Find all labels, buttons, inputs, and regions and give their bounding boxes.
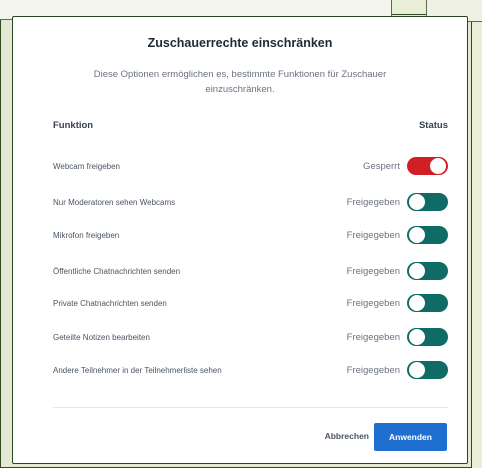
toggle-knob bbox=[409, 227, 425, 243]
setting-status: Freigegeben bbox=[346, 230, 400, 241]
setting-toggle-shared-notes[interactable] bbox=[407, 328, 448, 346]
dialog-title: Zuschauerrechte einschränken bbox=[147, 36, 333, 50]
setting-status: Freigegeben bbox=[346, 197, 400, 208]
toggle-knob bbox=[409, 329, 425, 345]
setting-status: Freigegeben bbox=[346, 298, 400, 309]
lock-viewers-dialog: Zuschauerrechte einschränken Diese Optio… bbox=[12, 16, 468, 464]
setting-row-public-chat: Öffentliche Chatnachrichten senden Freig… bbox=[13, 262, 467, 292]
setting-status: Gesperrt bbox=[363, 161, 400, 172]
setting-status: Freigegeben bbox=[346, 365, 400, 376]
setting-row-microphone: Mikrofon freigeben Freigegeben bbox=[13, 226, 467, 256]
setting-toggle-webcam[interactable] bbox=[407, 157, 448, 175]
setting-toggle-private-chat[interactable] bbox=[407, 294, 448, 312]
setting-row-see-webcams: Nur Moderatoren sehen Webcams Freigegebe… bbox=[13, 193, 467, 223]
setting-label: Webcam freigeben bbox=[53, 162, 120, 171]
setting-label: Geteilte Notizen bearbeiten bbox=[53, 333, 150, 342]
setting-status: Freigegeben bbox=[346, 266, 400, 277]
dialog-description: Diese Optionen ermöglichen es, bestimmte… bbox=[93, 69, 387, 95]
column-header-status: Status bbox=[418, 120, 448, 131]
setting-label: Andere Teilnehmer in der Teilnehmerliste… bbox=[53, 366, 222, 375]
toggle-knob bbox=[409, 295, 425, 311]
column-header-function: Funktion bbox=[53, 120, 94, 131]
setting-row-webcam: Webcam freigeben Gesperrt bbox=[13, 157, 467, 187]
apply-button[interactable]: Anwenden bbox=[374, 423, 447, 451]
footer-divider bbox=[53, 407, 448, 408]
toggle-knob bbox=[409, 362, 425, 378]
setting-row-shared-notes: Geteilte Notizen bearbeiten Freigegeben bbox=[13, 328, 467, 358]
setting-row-user-list: Andere Teilnehmer in der Teilnehmerliste… bbox=[13, 361, 467, 397]
setting-row-private-chat: Private Chatnachrichten senden Freigegeb… bbox=[13, 294, 467, 324]
setting-label: Öffentliche Chatnachrichten senden bbox=[53, 267, 181, 276]
setting-label: Mikrofon freigeben bbox=[53, 231, 120, 240]
setting-toggle-microphone[interactable] bbox=[407, 226, 448, 244]
setting-label: Nur Moderatoren sehen Webcams bbox=[53, 198, 176, 207]
setting-label: Private Chatnachrichten senden bbox=[53, 299, 167, 308]
toggle-knob bbox=[409, 263, 425, 279]
setting-status: Freigegeben bbox=[346, 332, 400, 343]
toggle-knob bbox=[409, 194, 425, 210]
setting-toggle-user-list[interactable] bbox=[407, 361, 448, 379]
setting-toggle-public-chat[interactable] bbox=[407, 262, 448, 280]
setting-toggle-see-webcams[interactable] bbox=[407, 193, 448, 211]
toggle-knob bbox=[430, 158, 446, 174]
cancel-button[interactable]: Abbrechen bbox=[325, 431, 369, 441]
